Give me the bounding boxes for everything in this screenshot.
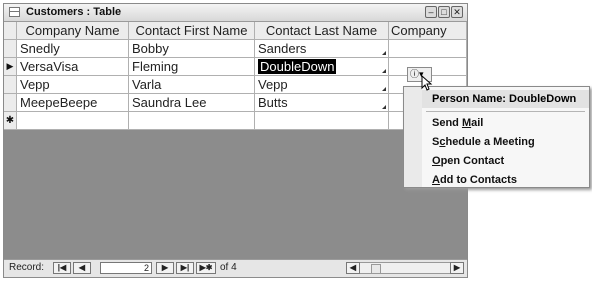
column-header-company-name[interactable]: Company Name [17,22,129,40]
table-window: Customers : Table – □ ✕ Company Name Con… [3,3,468,278]
table-cell-company-name[interactable]: Vepp [17,76,129,94]
scroll-left-button[interactable]: ◀ [346,262,360,274]
previous-record-button[interactable]: ◀ [73,262,91,274]
column-header-company[interactable]: Company [389,22,467,40]
row-selector[interactable] [4,76,17,94]
new-record-selector[interactable]: ✱ [4,112,17,130]
record-label: Record: [9,262,45,273]
table-cell-contact-first-name[interactable]: Varla [129,76,255,94]
table-cell-contact-last-name[interactable]: Sanders [255,40,389,58]
smart-tag-indicator [382,87,386,91]
window-title: Customers : Table [26,6,122,18]
selected-text: DoubleDown [258,59,337,74]
empty-datasheet-area [4,130,467,278]
next-record-button[interactable]: ▶ [156,262,174,274]
table-cell-company-name[interactable]: VersaVisa [17,58,129,76]
row-selector[interactable] [4,40,17,58]
table-cell-contact-first-name[interactable]: Bobby [129,40,255,58]
table-cell-contact-first-name[interactable]: Saundra Lee [129,94,255,112]
scroll-thumb[interactable] [371,264,381,274]
record-number-field[interactable]: 2 [100,262,152,274]
table-cell-contact-last-name[interactable]: Vepp [255,76,389,94]
last-record-button[interactable]: ▶| [176,262,194,274]
row-selector-current[interactable]: ▶ [4,58,17,76]
info-icon: ⓘ [410,69,420,79]
menu-item-open-contact[interactable]: Open Contact [432,155,504,167]
smart-tag-menu: Person Name: DoubleDown Send Mail Schedu… [403,86,590,188]
table-cell-company-name[interactable]: Snedly [17,40,129,58]
new-record-cell[interactable] [255,112,389,130]
menu-item-send-mail[interactable]: Send Mail [432,117,483,129]
table-cell-contact-first-name[interactable]: Fleming [129,58,255,76]
row-selector[interactable] [4,94,17,112]
record-navigation-bar: Record: |◀ ◀ 2 ▶ ▶| ▶✱ of 4 ◀ ▶ [4,259,467,277]
select-all-corner[interactable] [4,22,17,40]
menu-item-add-to-contacts[interactable]: Add to Contacts [432,174,517,186]
menu-separator [426,111,585,112]
smart-tag-indicator [382,51,386,55]
table-icon [9,7,20,17]
column-header-contact-last-name[interactable]: Contact Last Name [255,22,389,40]
table-cell-contact-last-name[interactable]: Butts [255,94,389,112]
smart-tag-indicator [382,105,386,109]
mouse-pointer-icon [421,75,433,91]
smart-tag-indicator [382,69,386,73]
column-header-contact-first-name[interactable]: Contact First Name [129,22,255,40]
title-bar[interactable]: Customers : Table – □ ✕ [4,4,467,22]
horizontal-scrollbar[interactable]: ◀ ▶ [346,262,464,274]
new-record-cell[interactable] [17,112,129,130]
scroll-right-button[interactable]: ▶ [450,262,464,274]
smart-tag-menu-title: Person Name: DoubleDown [422,90,589,108]
cell-text: Butts [258,95,288,110]
menu-icon-strip [404,87,422,187]
restore-button[interactable]: □ [438,6,450,18]
cell-text: Sanders [258,41,307,56]
new-record-button[interactable]: ▶✱ [196,262,216,274]
table-cell-company[interactable] [389,40,467,58]
cell-text: Vepp [258,77,288,92]
new-record-cell[interactable] [129,112,255,130]
table-cell-contact-last-name-selected[interactable]: DoubleDown [255,58,389,76]
minimize-button[interactable]: – [425,6,437,18]
menu-item-schedule-meeting[interactable]: Schedule a Meeting [432,136,535,148]
record-count: of 4 [220,262,237,273]
close-button[interactable]: ✕ [451,6,463,18]
table-cell-company-name[interactable]: MeepeBeepe [17,94,129,112]
first-record-button[interactable]: |◀ [53,262,71,274]
